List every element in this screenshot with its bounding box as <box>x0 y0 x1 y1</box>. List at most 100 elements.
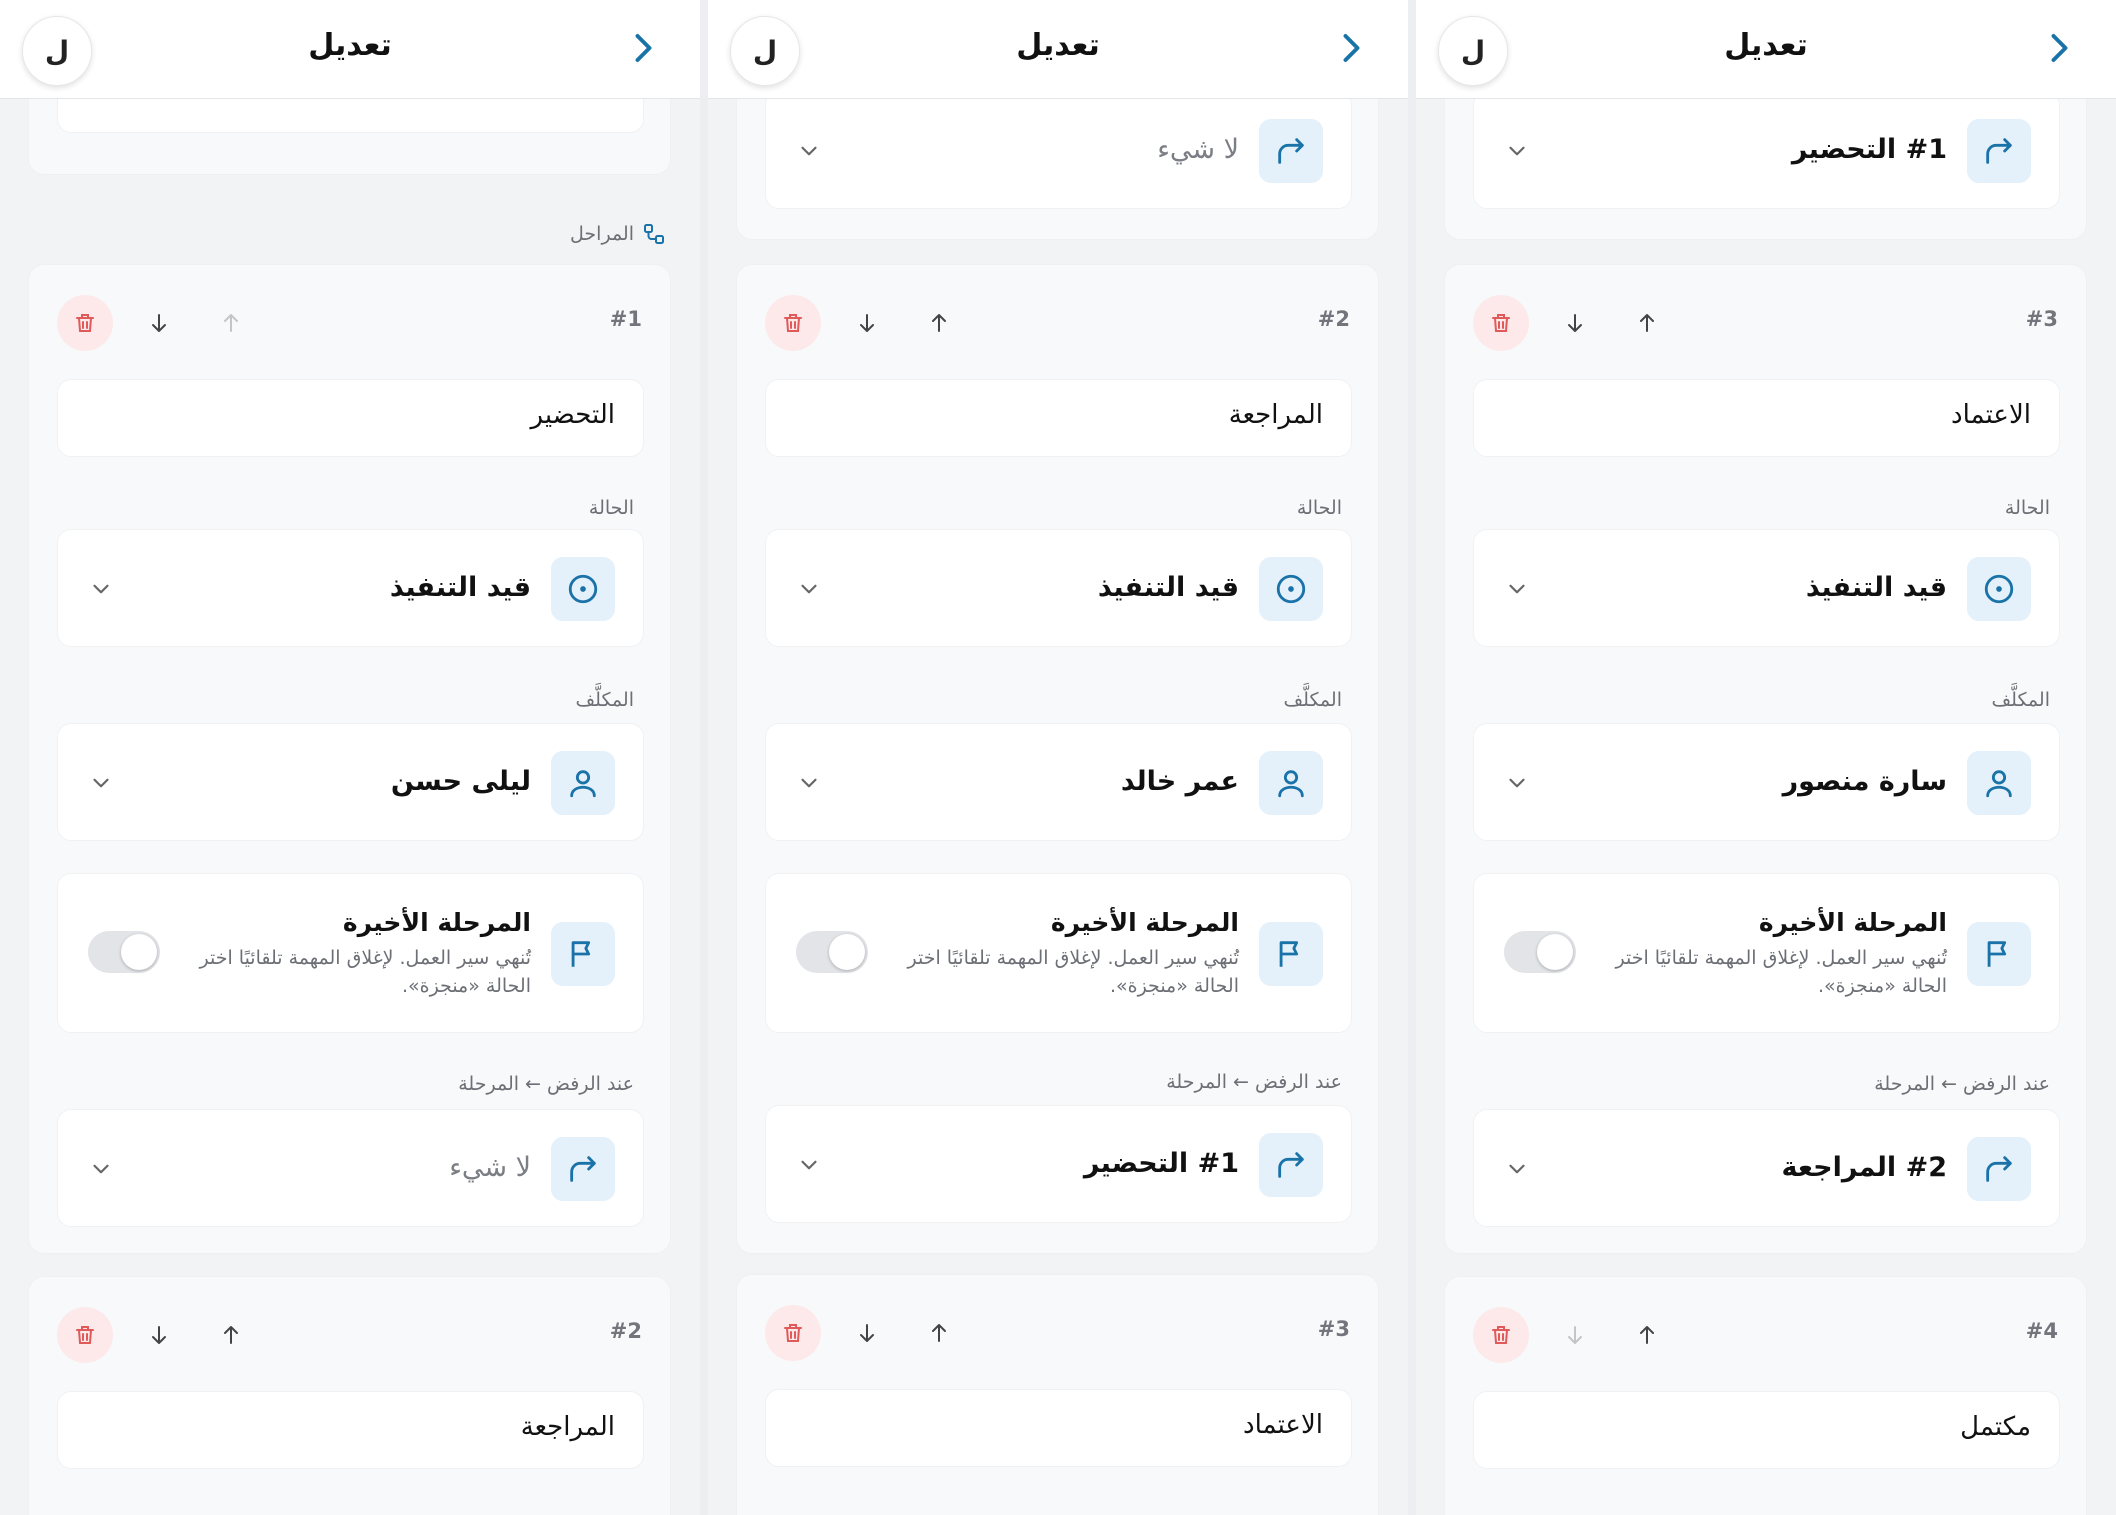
move-up-button[interactable] <box>1619 295 1675 351</box>
redirect-arrow-icon <box>1986 138 2012 164</box>
delete-stage-button[interactable] <box>1473 295 1529 351</box>
assignee-icon-box <box>1967 751 2031 815</box>
reject-icon-box <box>1967 1137 2031 1201</box>
final-stage-title: المرحلة الأخيرة <box>1050 908 1239 937</box>
on-reject-label: عند الرفض ← المرحلة <box>1166 1071 1342 1093</box>
chevron-right-icon[interactable] <box>1332 30 1368 66</box>
move-down-button[interactable] <box>131 295 187 351</box>
assignee-label: المكلَّف <box>1991 689 2050 711</box>
move-down-button[interactable] <box>131 1307 187 1363</box>
arrow-up-icon <box>932 314 946 332</box>
status-icon-box <box>1967 557 2031 621</box>
delete-stage-button[interactable] <box>765 1305 821 1361</box>
arrow-down-icon <box>860 1324 874 1342</box>
assignee-select[interactable]: عمر خالد <box>765 723 1352 841</box>
status-value: قيد التنفيذ <box>1097 572 1239 603</box>
stage-name-input[interactable]: التحضير <box>57 379 644 457</box>
final-stage-description: تُنهي سير العمل. لإغلاق المهمة تلقائيًا … <box>199 947 532 997</box>
final-stage-row: المرحلة الأخيرة تُنهي سير العمل. لإغلاق … <box>765 873 1352 1033</box>
move-up-button[interactable] <box>203 295 259 351</box>
assignee-icon-box <box>1259 751 1323 815</box>
app-root: ل تعديل المراحل #1 التحضير الحالة قيد ال… <box>0 0 2116 1515</box>
stage-name-input[interactable]: المراجعة <box>765 379 1352 457</box>
final-stage-toggle[interactable] <box>1504 931 1576 973</box>
status-label: الحالة <box>588 497 634 519</box>
stage-number: #2 <box>1317 307 1350 331</box>
move-down-button[interactable] <box>839 1305 895 1361</box>
delete-stage-button[interactable] <box>57 295 113 351</box>
delete-stage-button[interactable] <box>57 1307 113 1363</box>
chevron-down-icon <box>93 778 109 788</box>
reject-target-select[interactable]: لا شيء <box>57 1109 644 1227</box>
move-up-button[interactable] <box>1619 1307 1675 1363</box>
arrow-down-icon <box>152 1326 166 1344</box>
user-icon <box>1986 770 2012 798</box>
status-value: قيد التنفيذ <box>389 572 531 603</box>
user-icon <box>570 770 596 798</box>
reject-icon-box <box>1967 119 2031 183</box>
trash-icon <box>784 314 802 332</box>
final-stage-row: المرحلة الأخيرة تُنهي سير العمل. لإغلاق … <box>1473 873 2060 1033</box>
stages-heading: المراحل <box>570 222 666 246</box>
final-icon-box <box>1259 922 1323 986</box>
stage-name-input[interactable]: الاعتماد <box>1473 379 2060 457</box>
chevron-right-icon[interactable] <box>2040 30 2076 66</box>
reject-icon-box <box>551 1137 615 1201</box>
trash-icon <box>784 1324 802 1342</box>
final-stage-toggle[interactable] <box>88 931 160 973</box>
circle-dot-icon <box>568 574 598 604</box>
move-down-button[interactable] <box>1547 295 1603 351</box>
delete-stage-button[interactable] <box>765 295 821 351</box>
chevron-right-icon[interactable] <box>624 30 660 66</box>
trash-icon <box>76 1326 94 1344</box>
arrow-up-icon <box>1640 314 1654 332</box>
stage-name-input[interactable]: الاعتماد <box>765 1389 1352 1467</box>
flag-icon <box>571 941 591 967</box>
reject-target-select[interactable]: #1 التحضير <box>765 1105 1352 1223</box>
reject-target-select[interactable]: #2 المراجعة <box>1473 1109 2060 1227</box>
final-stage-row: المرحلة الأخيرة تُنهي سير العمل. لإغلاق … <box>57 873 644 1033</box>
final-stage-toggle[interactable] <box>796 931 868 973</box>
chevron-down-icon <box>1509 778 1525 788</box>
stage-number: #2 <box>609 1319 642 1343</box>
move-up-button[interactable] <box>911 295 967 351</box>
stage-card-next: #2 المراجعة <box>28 1276 671 1515</box>
stage-name-input[interactable]: مكتمل <box>1473 1391 2060 1469</box>
top-bar: ل تعديل <box>708 0 1408 99</box>
stages-heading-label: المراحل <box>570 223 634 245</box>
status-select[interactable]: قيد التنفيذ <box>57 529 644 647</box>
page-title: تعديل <box>1724 28 1808 63</box>
redirect-arrow-icon <box>1278 138 1304 164</box>
stage-card: #1 التحضير الحالة قيد التنفيذ المكلَّف ل… <box>28 264 671 1254</box>
chevron-down-icon <box>801 778 817 788</box>
move-up-button[interactable] <box>911 1305 967 1361</box>
circle-dot-icon <box>1984 574 2014 604</box>
chevron-down-icon <box>1509 146 1525 156</box>
move-up-button[interactable] <box>203 1307 259 1363</box>
delete-stage-button[interactable] <box>1473 1307 1529 1363</box>
circle-dot-icon <box>1276 574 1306 604</box>
arrow-up-icon <box>224 1326 238 1344</box>
on-reject-label: عند الرفض ← المرحلة <box>458 1073 634 1095</box>
stage-card: #3 الاعتماد الحالة قيد التنفيذ المكلَّف … <box>1444 264 2087 1254</box>
final-stage-title: المرحلة الأخيرة <box>1758 908 1947 937</box>
final-stage-description: تُنهي سير العمل. لإغلاق المهمة تلقائيًا … <box>907 947 1240 997</box>
flag-icon <box>1987 941 2007 967</box>
stage-name-value: التحضير <box>530 400 615 430</box>
status-label: الحالة <box>2004 497 2050 519</box>
assignee-select[interactable]: سارة منصور <box>1473 723 2060 841</box>
reject-target-value: #1 التحضير <box>1083 1148 1239 1179</box>
status-value: قيد التنفيذ <box>1805 572 1947 603</box>
move-down-button[interactable] <box>839 295 895 351</box>
stages-icon <box>644 224 664 244</box>
previous-reject-select[interactable]: #1 التحضير <box>1473 91 2060 209</box>
status-select[interactable]: قيد التنفيذ <box>1473 529 2060 647</box>
status-select[interactable]: قيد التنفيذ <box>765 529 1352 647</box>
assignee-select[interactable]: ليلى حسن <box>57 723 644 841</box>
chevron-down-icon <box>93 1164 109 1174</box>
previous-reject-select[interactable]: لا شيء <box>765 91 1352 209</box>
move-down-button[interactable] <box>1547 1307 1603 1363</box>
arrow-up-icon <box>224 314 238 332</box>
stage-name-input[interactable]: المراجعة <box>57 1391 644 1469</box>
reject-icon-box <box>1259 1133 1323 1197</box>
